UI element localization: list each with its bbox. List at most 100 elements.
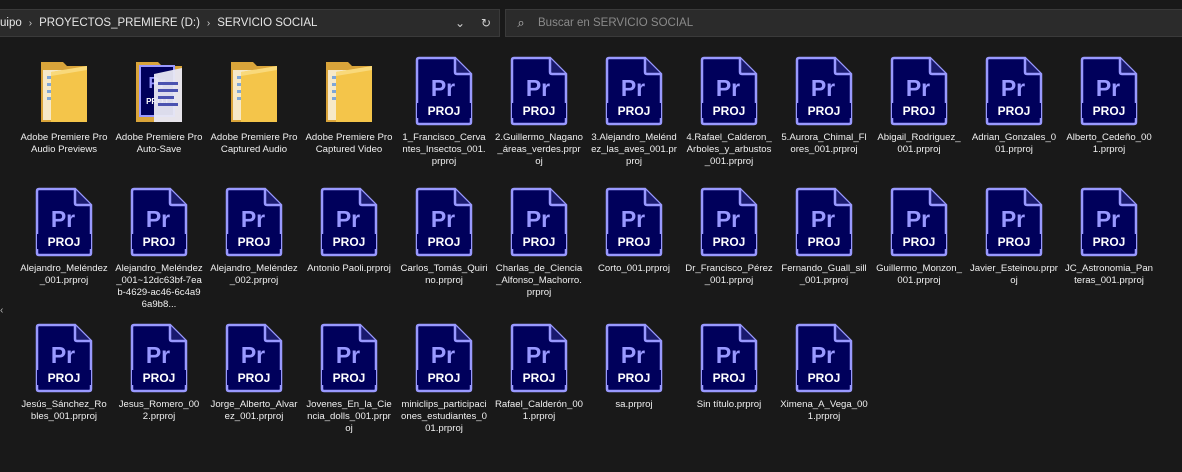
premiere-pro-project-icon: Pr PROJ xyxy=(493,319,585,397)
folder-item[interactable]: Adobe Premiere Pro Captured Video xyxy=(303,52,395,156)
prproj-file-item[interactable]: Pr PROJ Javier_Esteinou.prproj xyxy=(968,183,1060,287)
prproj-file-item[interactable]: Pr PROJ miniclips_participaciones_estudian… xyxy=(398,319,490,435)
prproj-file-item[interactable]: Pr PROJ Abigail_Rodriguez_001.prproj xyxy=(873,52,965,156)
proj-badge-text: PROJ xyxy=(48,235,81,249)
proj-badge-text: PROJ xyxy=(238,235,271,249)
breadcrumb-separator-icon: › xyxy=(28,17,33,29)
file-name-label: Guillermo_Monzon_001.prproj xyxy=(876,263,962,286)
premiere-pro-project-icon: Pr PROJ xyxy=(778,319,870,397)
pr-logo-text: Pr xyxy=(906,206,930,232)
prproj-file-item[interactable]: Pr PROJ Alberto_Cedeño_001.prproj xyxy=(1063,52,1155,156)
prproj-file-item[interactable]: Pr PROJ Alejandro_Meléndez_002.prproj xyxy=(208,183,300,287)
prproj-file-item[interactable]: Pr PROJ 2.Guillermo_Nagano_áreas_verdes.pr… xyxy=(493,52,585,168)
prproj-file-item[interactable]: Pr PROJ Dr_Francisco_Pérez_001.prproj xyxy=(683,183,775,287)
pr-logo-text: Pr xyxy=(51,342,75,368)
address-bar[interactable]: uipo › PROYECTOS_PREMIERE (D:) › SERVICI… xyxy=(0,9,500,37)
breadcrumb-equipo[interactable]: uipo xyxy=(0,17,27,29)
prproj-file-item[interactable]: Pr PROJ Guillermo_Monzon_001.prproj xyxy=(873,183,965,287)
proj-badge-text: PROJ xyxy=(713,235,746,249)
chevron-down-icon[interactable]: ⌄ xyxy=(447,16,473,30)
prproj-file-item[interactable]: Pr PROJ Sin título.prproj xyxy=(683,319,775,411)
pr-logo-text: Pr xyxy=(621,206,645,232)
file-name-label: Alejandro_Meléndez_001.prproj xyxy=(20,263,108,286)
folder-item[interactable]: Adobe Premiere Pro Audio Previews xyxy=(18,52,110,156)
prproj-file-item[interactable]: Pr PROJ 5.Aurora_Chimal_Flores_001.prproj xyxy=(778,52,870,156)
proj-badge-text: PROJ xyxy=(143,235,176,249)
pr-logo-text: Pr xyxy=(811,206,835,232)
prproj-file-item[interactable]: Pr PROJ Jesús_Sánchez_Robles_001.prproj xyxy=(18,319,110,423)
pr-logo-text: Pr xyxy=(526,75,550,101)
folder-item[interactable]: PrPROJAdobe Premiere Pro Auto-Save xyxy=(113,52,205,156)
premiere-folder-icon: PrPROJ xyxy=(113,52,205,130)
file-name-label: sa.prproj xyxy=(615,399,653,410)
premiere-pro-project-icon: Pr PROJ xyxy=(968,52,1060,130)
pr-logo-text: Pr xyxy=(1096,75,1120,101)
file-name-label: Jovenes_En_la_Ciencia_dolls_001.prproj xyxy=(306,399,392,434)
refresh-icon[interactable]: ↻ xyxy=(473,16,499,30)
file-name-label: 2.Guillermo_Nagano_áreas_verdes.prproj xyxy=(495,132,583,167)
proj-badge-text: PROJ xyxy=(808,235,841,249)
file-name-label: Adobe Premiere Pro Captured Audio xyxy=(210,132,298,155)
prproj-file-item[interactable]: Pr PROJ Rafael_Calderón_001.prproj xyxy=(493,319,585,423)
search-box[interactable]: ⌕ xyxy=(505,9,1182,37)
folder-item[interactable]: Adobe Premiere Pro Captured Audio xyxy=(208,52,300,156)
premiere-pro-project-icon: Pr PROJ xyxy=(493,52,585,130)
prproj-file-item[interactable]: Pr PROJ Jesus_Romero_002.prproj xyxy=(113,319,205,423)
proj-badge-text: PROJ xyxy=(523,104,556,118)
premiere-pro-project-icon: Pr PROJ xyxy=(398,183,490,261)
breadcrumb-drive[interactable]: PROYECTOS_PREMIERE (D:) xyxy=(34,17,205,29)
prproj-file-item[interactable]: Pr PROJ sa.prproj xyxy=(588,319,680,411)
prproj-file-item[interactable]: Pr PROJ Corto_001.prproj xyxy=(588,183,680,275)
file-name-label: 4.Rafael_Calderon_Arboles_y_arbustos_001… xyxy=(686,132,772,167)
pr-logo-text: Pr xyxy=(336,342,360,368)
proj-badge-text: PROJ xyxy=(523,371,556,385)
file-name-label: Fernando_Guall_sill_001.prproj xyxy=(781,263,867,286)
pr-logo-text: Pr xyxy=(811,342,835,368)
prproj-file-item[interactable]: Pr PROJ 1_Francisco_Cervantes_Insectos_001… xyxy=(398,52,490,168)
premiere-pro-project-icon: Pr PROJ xyxy=(683,183,775,261)
premiere-pro-project-icon: Pr PROJ xyxy=(398,52,490,130)
pr-logo-text: Pr xyxy=(241,342,265,368)
prproj-file-item[interactable]: Pr PROJ Adrian_Gonzales_001.prproj xyxy=(968,52,1060,156)
prproj-file-item[interactable]: Pr PROJ 4.Rafael_Calderon_Arboles_y_arbust… xyxy=(683,52,775,168)
file-name-label: Alberto_Cedeño_001.prproj xyxy=(1066,132,1152,155)
prproj-file-item[interactable]: Pr PROJ Alejandro_Meléndez_001~12dc63bf-7e… xyxy=(113,183,205,311)
pr-logo-text: Pr xyxy=(146,206,170,232)
premiere-pro-project-icon: Pr PROJ xyxy=(683,319,775,397)
premiere-pro-project-icon: Pr PROJ xyxy=(208,183,300,261)
prproj-file-item[interactable]: Pr PROJ Charlas_de_Ciencia_Alfonso_Machorr… xyxy=(493,183,585,299)
file-name-label: Rafael_Calderón_001.prproj xyxy=(495,399,584,422)
prproj-file-item[interactable]: Pr PROJ Jorge_Alberto_Alvarez_001.prproj xyxy=(208,319,300,423)
file-name-label: Adobe Premiere Pro Audio Previews xyxy=(20,132,108,155)
prproj-file-item[interactable]: Pr PROJ Ximena_A_Vega_001.prproj xyxy=(778,319,870,423)
pr-logo-text: Pr xyxy=(431,342,455,368)
address-bar-region: uipo › PROYECTOS_PREMIERE (D:) › SERVICI… xyxy=(0,0,1182,46)
premiere-pro-project-icon: Pr PROJ xyxy=(113,319,205,397)
folder-icon xyxy=(303,52,395,130)
prproj-file-item[interactable]: Pr PROJ Alejandro_Meléndez_001.prproj xyxy=(18,183,110,287)
pr-logo-text: Pr xyxy=(526,342,550,368)
prproj-file-item[interactable]: Pr PROJ 3.Alejandro_Meléndez_las_aves_001.… xyxy=(588,52,680,168)
premiere-pro-project-icon: Pr PROJ xyxy=(303,319,395,397)
proj-badge-text: PROJ xyxy=(333,235,366,249)
prproj-file-item[interactable]: Pr PROJ Jovenes_En_la_Ciencia_dolls_001.pr… xyxy=(303,319,395,435)
proj-badge-text: PROJ xyxy=(428,235,461,249)
prproj-file-item[interactable]: Pr PROJ JC_Astronomia_Panteras_001.prproj xyxy=(1063,183,1155,287)
pr-logo-text: Pr xyxy=(1001,206,1025,232)
prproj-file-item[interactable]: Pr PROJ Carlos_Tomás_Quirino.prproj xyxy=(398,183,490,287)
search-input[interactable] xyxy=(536,16,1140,30)
pr-logo-text: Pr xyxy=(716,342,740,368)
file-grid: Adobe Premiere Pro Audio PreviewsPrPROJA… xyxy=(0,46,1182,472)
prproj-file-item[interactable]: Pr PROJ Fernando_Guall_sill_001.prproj xyxy=(778,183,870,287)
premiere-pro-project-icon: Pr PROJ xyxy=(683,52,775,130)
file-name-label: Adobe Premiere Pro Captured Video xyxy=(305,132,393,155)
pr-logo-text: Pr xyxy=(1001,75,1025,101)
premiere-pro-project-icon: Pr PROJ xyxy=(588,52,680,130)
prproj-file-item[interactable]: Pr PROJ Antonio Paoli.prproj xyxy=(303,183,395,275)
premiere-pro-project-icon: Pr PROJ xyxy=(588,319,680,397)
proj-badge-text: PROJ xyxy=(523,235,556,249)
premiere-pro-project-icon: Pr PROJ xyxy=(303,183,395,261)
breadcrumb-current-folder[interactable]: SERVICIO SOCIAL xyxy=(212,17,322,29)
file-name-label: Ximena_A_Vega_001.prproj xyxy=(780,399,868,422)
pr-logo-text: Pr xyxy=(431,75,455,101)
